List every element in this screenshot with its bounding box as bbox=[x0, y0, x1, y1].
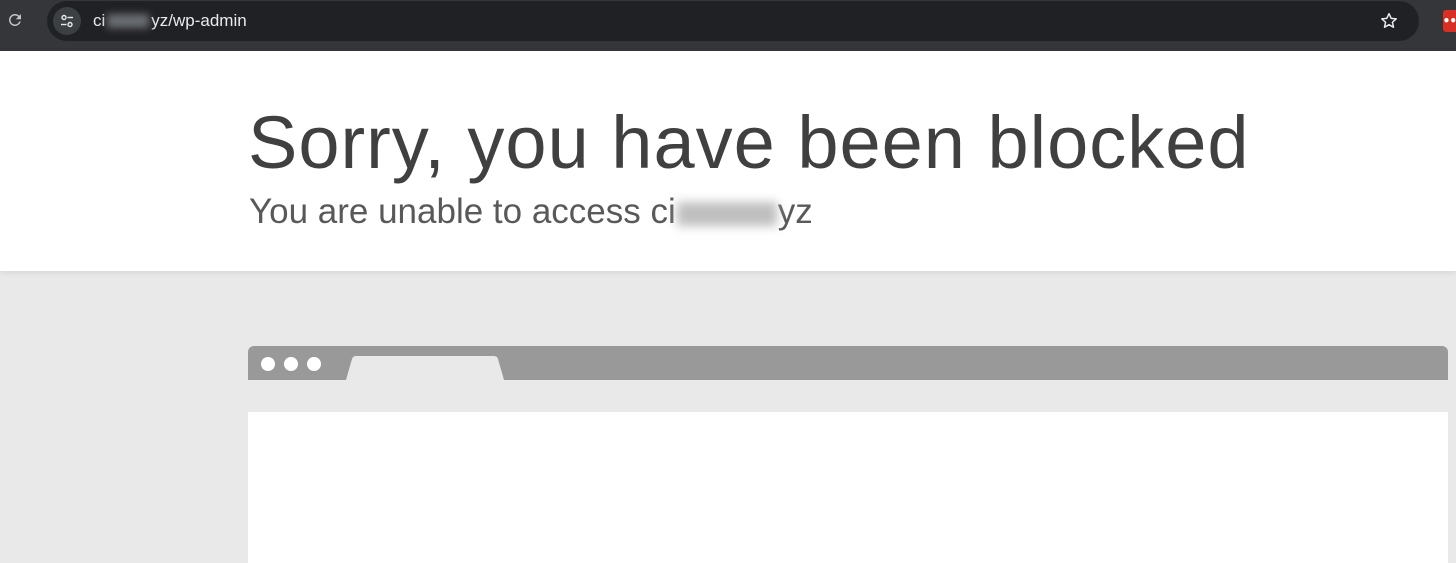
subtitle-suffix: yz bbox=[777, 192, 813, 231]
browser-illustration-content bbox=[248, 412, 1448, 563]
window-dot bbox=[307, 357, 321, 371]
browser-illustration-tab bbox=[346, 356, 504, 380]
browser-toolbar: ci yz/wp-admin ••• bbox=[0, 0, 1456, 51]
page-header: Sorry, you have been blocked You are una… bbox=[0, 51, 1456, 271]
extension-glyph: ••• bbox=[1443, 14, 1456, 28]
redacted-blur bbox=[676, 202, 777, 226]
browser-illustration-bar bbox=[248, 346, 1448, 380]
browser-illustration bbox=[248, 346, 1448, 563]
page-title: Sorry, you have been blocked bbox=[248, 101, 1250, 184]
reload-icon[interactable] bbox=[4, 9, 26, 31]
subtitle-prefix: You are unable to access ci bbox=[249, 192, 676, 231]
url-suffix: yz/wp-admin bbox=[151, 11, 247, 30]
url-text[interactable]: ci yz/wp-admin bbox=[93, 11, 247, 31]
window-dot bbox=[284, 357, 298, 371]
window-dot bbox=[261, 357, 275, 371]
url-prefix: ci bbox=[93, 11, 106, 30]
extension-icon[interactable]: ••• bbox=[1443, 10, 1456, 32]
star-icon[interactable] bbox=[1377, 9, 1401, 33]
address-bar[interactable]: ci yz/wp-admin bbox=[47, 1, 1419, 41]
redacted-blur bbox=[107, 14, 150, 28]
tune-icon[interactable] bbox=[53, 7, 81, 35]
page-subtitle: You are unable to access ci yz bbox=[249, 191, 813, 233]
